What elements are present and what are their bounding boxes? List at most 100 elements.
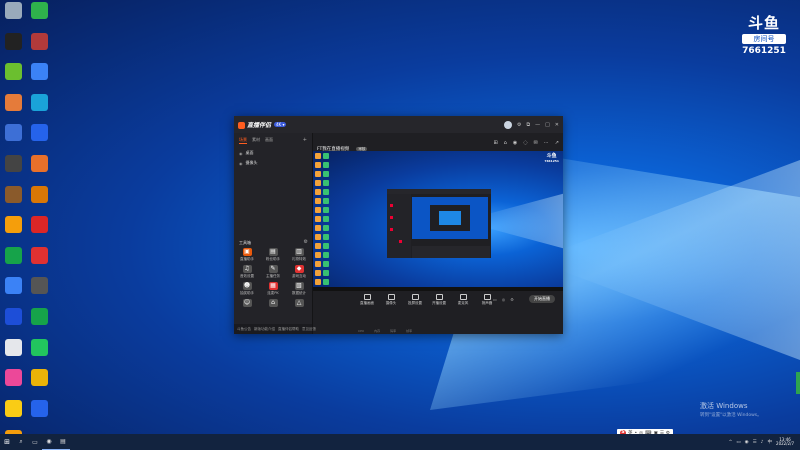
taskbar-app-icon[interactable]: ▤ — [56, 434, 70, 450]
control-icon — [387, 294, 395, 300]
clock[interactable]: 13:46 2022/2/7 — [776, 437, 794, 447]
task-view-icon[interactable]: ▭ — [28, 434, 42, 450]
k-app-icon — [4, 307, 22, 325]
desktop-icon[interactable] — [0, 307, 26, 339]
tool-label: 直播助手 — [240, 257, 254, 261]
control-button[interactable]: 麦克风 — [453, 294, 473, 306]
header-action-icon[interactable]: ⊞ — [493, 140, 497, 146]
header-action-icon[interactable]: ⋯ — [544, 140, 549, 146]
footer-link[interactable]: 直播伴侣帮助 — [278, 327, 299, 332]
desktop-icon[interactable] — [26, 154, 52, 186]
tool-item[interactable]: ☺ — [234, 299, 260, 308]
desktop-icon[interactable] — [26, 369, 52, 400]
tool-icon: ▦ — [268, 282, 278, 290]
tool-label: 音效设置 — [240, 274, 254, 278]
tool-item[interactable]: ☻ 抽奖助手 — [234, 282, 260, 296]
side-widget[interactable] — [796, 372, 800, 394]
maximize-icon[interactable]: □ — [545, 122, 550, 128]
avatar[interactable] — [504, 120, 512, 129]
control-extra-icons: ▭ ◎ ⚙ — [493, 297, 514, 302]
desktop-icon[interactable] — [0, 246, 26, 278]
desktop-icon[interactable] — [0, 399, 26, 431]
desktop-icon[interactable] — [26, 246, 52, 278]
stream-preview[interactable]: 斗鱼 7661251 — [313, 151, 563, 291]
tray-app-icon[interactable]: ▭ — [736, 440, 740, 445]
screen-icon[interactable]: ▭ — [493, 297, 497, 302]
desktop-icon[interactable] — [0, 2, 26, 33]
tool-icon: ☺ — [242, 299, 252, 307]
tool-item[interactable]: ▥ 礼物特效 — [286, 248, 312, 262]
tray-chevron-icon[interactable]: ^ — [729, 440, 733, 445]
volume-icon[interactable]: ♪ — [761, 440, 764, 445]
tool-item[interactable]: ▦ 连麦PK — [260, 282, 286, 296]
control-button[interactable]: 开播设置 — [429, 294, 449, 306]
desktop-icon[interactable] — [0, 185, 26, 217]
skin-icon[interactable]: ⧉ — [526, 122, 530, 128]
start-live-button[interactable]: 开始直播 — [529, 295, 555, 303]
desktop-icon[interactable] — [26, 277, 52, 308]
desktop-icon[interactable] — [0, 154, 26, 186]
desktop-icon[interactable] — [26, 63, 52, 94]
control-button[interactable]: 投屏设置 — [405, 294, 425, 306]
desktop-icon[interactable] — [0, 369, 26, 400]
desktop-icon[interactable] — [0, 216, 26, 247]
close-icon[interactable]: ✕ — [555, 122, 559, 128]
footer-link[interactable]: 新版功能介绍 — [254, 327, 275, 332]
header-action-icon[interactable]: ◉ — [513, 140, 517, 146]
desktop-icon[interactable] — [0, 338, 26, 370]
start-button[interactable]: ⊞ — [0, 434, 14, 450]
desktop-icon[interactable] — [0, 32, 26, 64]
taskbar-app-icon[interactable]: ◉ — [42, 434, 56, 450]
record-icon[interactable]: ◎ — [502, 297, 506, 302]
footer-link[interactable]: 斗鱼公告 — [237, 327, 251, 332]
desktop-icon[interactable] — [26, 124, 52, 155]
header-action-icon[interactable]: ◌ — [523, 140, 527, 146]
input-language-indicator[interactable]: 中 — [768, 439, 773, 445]
header-action-icon[interactable]: ✉ — [534, 140, 538, 146]
minimize-icon[interactable]: — — [535, 122, 540, 128]
game-icon — [4, 246, 22, 264]
network-icon[interactable]: ☰ — [753, 440, 757, 445]
tool-item[interactable]: △ — [286, 299, 312, 308]
tab-sources[interactable]: 素材 — [252, 137, 260, 144]
settings-icon[interactable]: ⚙ — [517, 122, 521, 128]
tool-item[interactable]: ▣ 直播助手 — [234, 248, 260, 262]
quality-badge[interactable]: 4K ▾ — [274, 122, 287, 127]
desktop-icon[interactable] — [26, 307, 52, 339]
desktop-icon[interactable] — [26, 399, 52, 431]
desktop-icon[interactable] — [0, 277, 26, 308]
header-action-icon[interactable]: ⌂ — [504, 140, 507, 146]
tool-item[interactable]: ▧ 数据统计 — [286, 282, 312, 296]
desktop-icon[interactable] — [0, 63, 26, 94]
tool-item[interactable]: ♫ 音效设置 — [234, 265, 260, 279]
tool-item[interactable]: ✎ 主播任务 — [260, 265, 286, 279]
control-button[interactable]: 直播画面 — [357, 294, 377, 306]
tray-app-icon[interactable]: ◉ — [745, 440, 749, 445]
tab-scenes[interactable]: 场景 — [239, 137, 247, 144]
add-scene-button[interactable]: + — [303, 137, 307, 144]
desktop-icon[interactable] — [26, 185, 52, 217]
search-icon[interactable]: ⌕ — [14, 434, 28, 450]
tool-item[interactable]: ▤ 粉丝助手 — [260, 248, 286, 262]
desktop-icon[interactable] — [26, 93, 52, 125]
desktop-icon[interactable] — [26, 2, 52, 33]
scene-item[interactable]: ◉ 桌面 — [234, 148, 312, 158]
control-icon — [411, 294, 419, 300]
desktop-icon[interactable] — [26, 338, 52, 370]
tool-item[interactable]: ⌂ — [260, 299, 286, 308]
tool-item[interactable]: ◆ 游戏互动 — [286, 265, 312, 279]
eye-icon[interactable]: ◉ — [239, 161, 243, 166]
desktop-icon[interactable] — [26, 216, 52, 247]
eye-icon[interactable]: ◉ — [239, 151, 243, 156]
gear-icon[interactable]: ⚙ — [510, 297, 514, 302]
desktop-icon[interactable] — [26, 32, 52, 64]
desktop-icon[interactable] — [0, 93, 26, 125]
header-action-icon[interactable]: ↗ — [555, 140, 559, 146]
control-label: 扬声器 — [481, 301, 493, 305]
desktop-icon[interactable] — [0, 124, 26, 155]
tab-canvas[interactable]: 画面 — [265, 137, 273, 144]
control-button[interactable]: 摄像头 — [381, 294, 401, 306]
scene-item[interactable]: ◉ 摄像头 — [234, 158, 312, 168]
toolbox-settings-icon[interactable]: ⚙ — [304, 239, 308, 245]
toolbox-grid: ▣ 直播助手 ▤ 粉丝助手 ▥ 礼物特效 ♫ 音效设置 ✎ 主播任务 ◆ 游戏互动 ☻ 抽奖助手 ▦ 连麦PK… — [234, 248, 313, 308]
